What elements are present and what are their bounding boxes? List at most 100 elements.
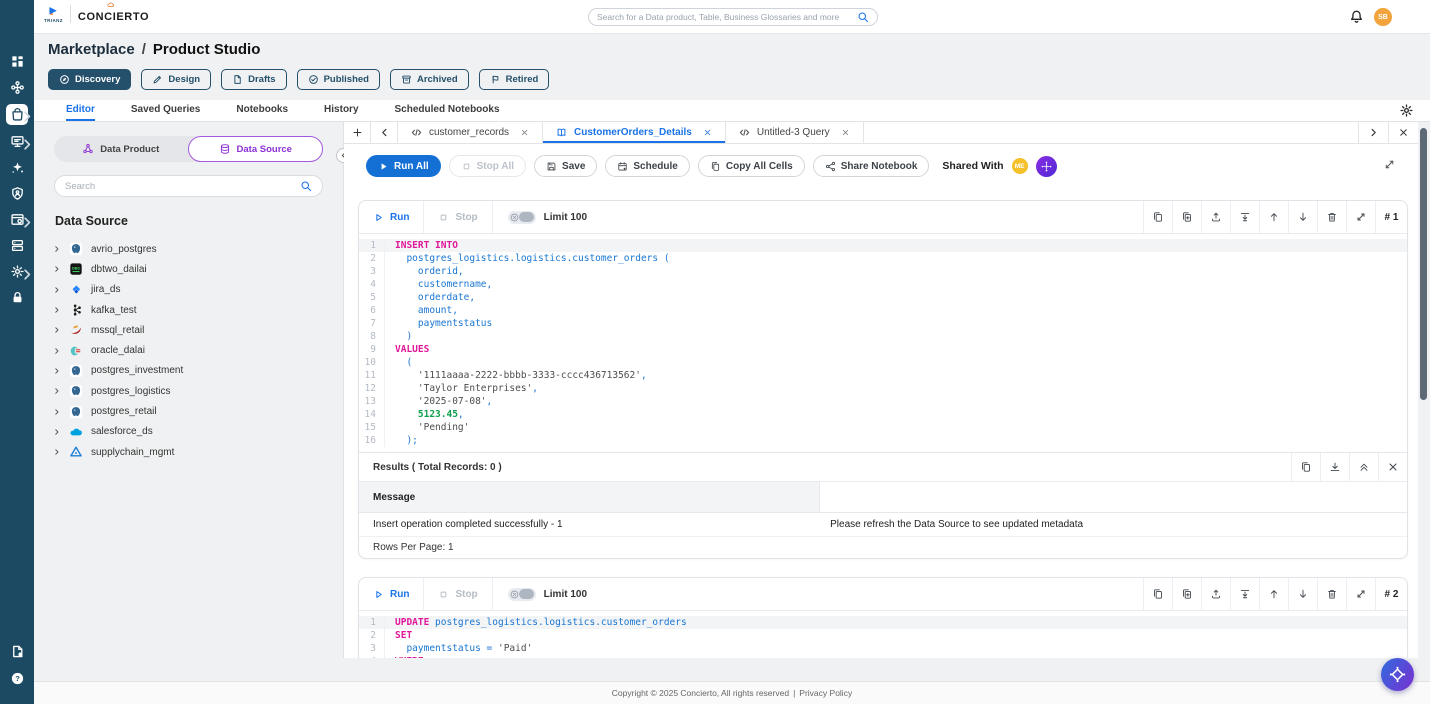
data-source-supplychain_mgmt[interactable]: supplychain_mgmt xyxy=(34,442,343,462)
chevron-right-icon[interactable] xyxy=(53,265,61,273)
nav-dashboard[interactable] xyxy=(6,52,28,71)
expand-button[interactable] xyxy=(1346,201,1375,233)
results-download-button[interactable] xyxy=(1320,453,1349,481)
share-notebook-button[interactable]: Share Notebook xyxy=(813,155,930,177)
toggle-data-product[interactable]: Data Product xyxy=(54,136,188,162)
global-search-input[interactable] xyxy=(597,12,857,22)
code-line[interactable]: 11 '1111aaaa-2222-bbbb-3333-cccc43671356… xyxy=(359,369,1407,382)
filter-archived[interactable]: Archived xyxy=(390,69,469,90)
code-line[interactable]: 4 customername, xyxy=(359,278,1407,291)
code-line[interactable]: 15 'Pending' xyxy=(359,421,1407,434)
code-line[interactable]: 2SET xyxy=(359,629,1407,642)
data-source-dbtwo_dailai[interactable]: DB2dbtwo_dailai xyxy=(34,259,343,279)
cell-run-button[interactable]: Run xyxy=(359,578,424,610)
nav-help[interactable]: ? xyxy=(6,669,28,688)
code-line[interactable]: 8 ) xyxy=(359,330,1407,343)
data-source-mssql_retail[interactable]: mssql_retail xyxy=(34,320,343,340)
nav-settings[interactable] xyxy=(6,262,28,281)
chevron-right-icon[interactable] xyxy=(53,286,61,294)
code-line[interactable]: 5 orderdate, xyxy=(359,291,1407,304)
sql-editor[interactable]: 1UPDATE postgres_logistics.logistics.cus… xyxy=(359,611,1407,658)
trash-button[interactable] xyxy=(1317,578,1346,610)
user-avatar[interactable]: SB xyxy=(1374,8,1392,26)
filter-published[interactable]: Published xyxy=(297,69,380,90)
results-collapse-up-button[interactable] xyxy=(1349,453,1378,481)
code-line[interactable]: 7 paymentstatus xyxy=(359,317,1407,330)
stop-all-button[interactable]: Stop All xyxy=(449,155,526,177)
data-source-avrio_postgres[interactable]: avrio_postgres xyxy=(34,239,343,259)
breadcrumb-section[interactable]: Marketplace xyxy=(48,41,135,58)
chevron-right-icon[interactable] xyxy=(53,448,61,456)
tab-editor[interactable]: Editor xyxy=(66,100,95,121)
code-line[interactable]: 12 'Taylor Enterprises', xyxy=(359,382,1407,395)
code-line[interactable]: 4WHERE xyxy=(359,655,1407,658)
chevron-right-icon[interactable] xyxy=(53,428,61,436)
insert-below-button[interactable] xyxy=(1230,201,1259,233)
copy-button[interactable] xyxy=(1143,201,1172,233)
code-line[interactable]: 10 ( xyxy=(359,356,1407,369)
copy-all-cells-button[interactable]: Copy All Cells xyxy=(698,155,805,177)
copy-button[interactable] xyxy=(1143,578,1172,610)
close-tab-icon[interactable] xyxy=(703,128,712,137)
nav-release-notes[interactable] xyxy=(6,642,28,661)
tab-scheduled-notebooks[interactable]: Scheduled Notebooks xyxy=(395,100,500,121)
code-line[interactable]: 16 ); xyxy=(359,434,1407,447)
nav-automation[interactable] xyxy=(6,158,28,177)
code-line[interactable]: 3 orderid, xyxy=(359,265,1407,278)
scroll-tabs-right-button[interactable] xyxy=(1358,122,1388,143)
code-line[interactable]: 6 amount, xyxy=(359,304,1407,317)
search-icon[interactable] xyxy=(857,11,869,23)
new-tab-button[interactable] xyxy=(344,122,371,143)
chevron-right-icon[interactable] xyxy=(53,245,61,253)
limit-toggle[interactable] xyxy=(508,588,536,601)
code-line[interactable]: 2 postgres_logistics.logistics.customer_… xyxy=(359,252,1407,265)
data-source-postgres_retail[interactable]: postgres_retail xyxy=(34,401,343,421)
tab-notebooks[interactable]: Notebooks xyxy=(236,100,288,121)
data-source-jira_ds[interactable]: jira_ds xyxy=(34,280,343,300)
insert-below-button[interactable] xyxy=(1230,578,1259,610)
code-line[interactable]: 1UPDATE postgres_logistics.logistics.cus… xyxy=(359,616,1407,629)
cell-stop-button[interactable]: Stop xyxy=(424,201,492,233)
close-tab-icon[interactable] xyxy=(520,128,529,137)
shared-avatar-app[interactable] xyxy=(1036,156,1057,177)
close-notebook-button[interactable] xyxy=(1388,122,1418,143)
data-source-postgres_investment[interactable]: postgres_investment xyxy=(34,361,343,381)
nav-workspace[interactable] xyxy=(6,132,28,151)
copy-plus-button[interactable] xyxy=(1172,578,1201,610)
doc-tab-customerorders-details[interactable]: CustomerOrders_Details xyxy=(543,122,726,143)
cell-run-button[interactable]: Run xyxy=(359,201,424,233)
filter-discovery[interactable]: Discovery xyxy=(48,69,131,90)
code-line[interactable]: 14 5123.45, xyxy=(359,408,1407,421)
nav-marketplace[interactable] xyxy=(6,104,28,125)
source-search-input[interactable] xyxy=(65,181,300,192)
data-source-kafka_test[interactable]: kafka_test xyxy=(34,300,343,320)
sql-editor[interactable]: 1INSERT INTO2 postgres_logistics.logisti… xyxy=(359,234,1407,452)
code-line[interactable]: 9VALUES xyxy=(359,343,1407,356)
tab-history[interactable]: History xyxy=(324,100,358,121)
chevron-right-icon[interactable] xyxy=(53,408,61,416)
tab-saved-queries[interactable]: Saved Queries xyxy=(131,100,200,121)
doc-tab-customer-records[interactable]: customer_records xyxy=(398,122,543,143)
code-line[interactable]: 13 '2025-07-08', xyxy=(359,395,1407,408)
doc-tab-untitled-3-query[interactable]: Untitled-3 Query xyxy=(726,122,864,143)
cell-stop-button[interactable]: Stop xyxy=(424,578,492,610)
toggle-data-source[interactable]: Data Source xyxy=(188,136,324,162)
gear-icon[interactable] xyxy=(1399,103,1414,118)
chevron-right-icon[interactable] xyxy=(53,326,61,334)
arrow-down-button[interactable] xyxy=(1288,201,1317,233)
shared-avatar-me[interactable]: ME xyxy=(1012,158,1028,174)
nav-apps[interactable] xyxy=(6,210,28,229)
results-close-button[interactable] xyxy=(1378,453,1407,481)
filter-drafts[interactable]: Drafts xyxy=(221,69,286,90)
limit-toggle[interactable] xyxy=(508,211,536,224)
code-line[interactable]: 3 paymentstatus = 'Paid' xyxy=(359,642,1407,655)
arrow-down-button[interactable] xyxy=(1288,578,1317,610)
chevron-right-icon[interactable] xyxy=(53,347,61,355)
nav-governance[interactable] xyxy=(6,184,28,203)
arrow-up-button[interactable] xyxy=(1259,578,1288,610)
privacy-policy-link[interactable]: Privacy Policy xyxy=(799,688,852,698)
ai-assistant-button[interactable] xyxy=(1381,658,1414,691)
chevron-right-icon[interactable] xyxy=(53,387,61,395)
run-all-button[interactable]: Run All xyxy=(366,155,441,177)
data-source-oracle_dalai[interactable]: oracle_dalai xyxy=(34,340,343,360)
